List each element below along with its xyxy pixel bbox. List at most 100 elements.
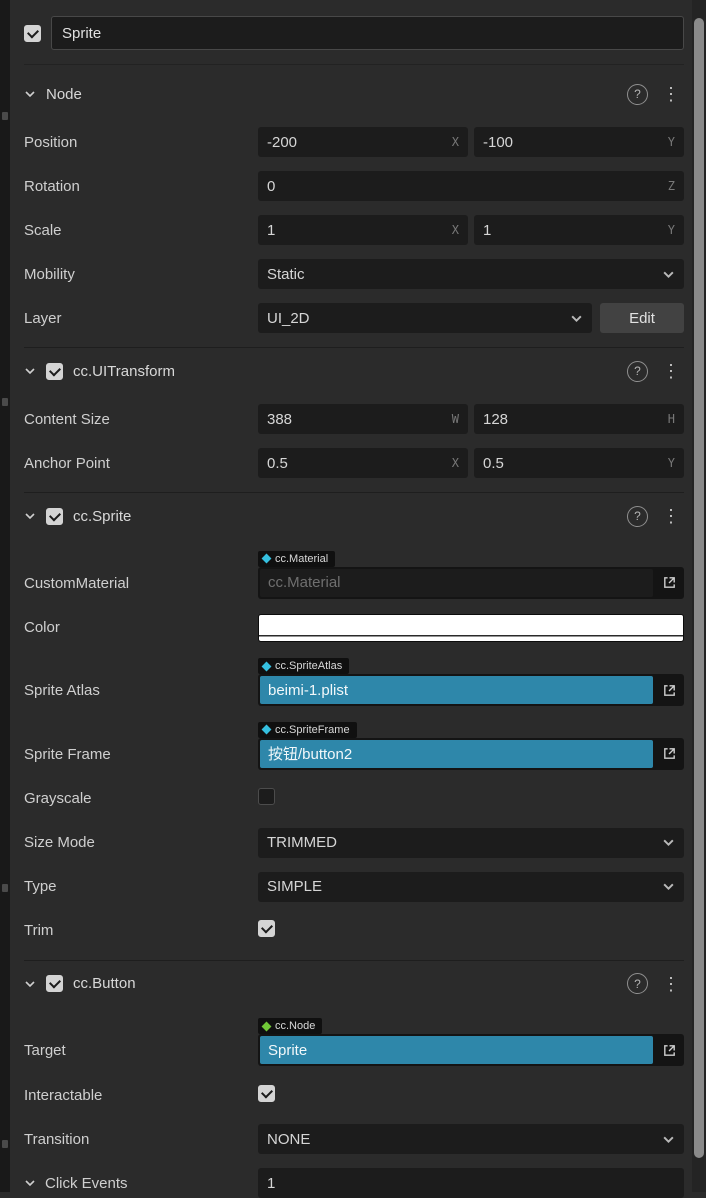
asset-type-tag: cc.SpriteAtlas (258, 658, 349, 674)
target-value[interactable]: Sprite (260, 1036, 653, 1064)
axis-suffix: X (452, 135, 459, 149)
kebab-menu-icon[interactable]: ⋮ (658, 975, 684, 993)
component-enabled-checkbox[interactable] (46, 975, 63, 992)
help-icon[interactable]: ? (627, 973, 648, 994)
mobility-row: Mobility Static (24, 259, 684, 289)
content-size-w-value: 388 (267, 411, 292, 428)
row-label: Grayscale (24, 790, 258, 807)
node-header-row: Sprite (24, 0, 684, 65)
anchor-x-input[interactable]: 0.5 X (258, 448, 468, 478)
row-label: Click Events (45, 1175, 128, 1192)
node-name-input[interactable]: Sprite (51, 16, 684, 50)
scale-x-input[interactable]: 1 X (258, 215, 468, 245)
section-title: cc.UITransform (73, 363, 175, 380)
position-y-input[interactable]: -100 Y (474, 127, 684, 157)
axis-suffix: Y (668, 223, 675, 237)
kebab-menu-icon[interactable]: ⋮ (658, 362, 684, 380)
help-icon[interactable]: ? (627, 506, 648, 527)
row-label: Target (24, 1042, 258, 1059)
sprite-frame-name: 按钮/button2 (268, 743, 352, 764)
asset-picker-icon[interactable] (656, 676, 682, 704)
rotation-z-value: 0 (267, 178, 275, 195)
node-section-body: Position -200 X -100 Y Rotation 0 Z Scal… (24, 117, 684, 333)
content-size-w-input[interactable]: 388 W (258, 404, 468, 434)
anchor-y-value: 0.5 (483, 455, 504, 472)
axis-suffix: H (668, 412, 675, 426)
type-row: Type SIMPLE (24, 872, 684, 902)
color-picker[interactable] (258, 614, 684, 642)
rotation-z-input[interactable]: 0 Z (258, 171, 684, 201)
dock-edge-mark (2, 884, 8, 892)
chevron-down-icon[interactable] (24, 365, 36, 377)
sprite-frame-field[interactable]: 按钮/button2 (258, 738, 684, 770)
row-label: Size Mode (24, 834, 258, 851)
help-icon[interactable]: ? (627, 84, 648, 105)
asset-type-tag: cc.Material (258, 551, 335, 567)
asset-type-label: cc.Node (275, 1020, 315, 1032)
target-field[interactable]: Sprite (258, 1034, 684, 1066)
position-y-value: -100 (483, 134, 513, 151)
trim-checkbox[interactable] (258, 920, 275, 937)
position-row: Position -200 X -100 Y (24, 127, 684, 157)
chevron-down-icon (662, 880, 675, 893)
row-label: Color (24, 619, 258, 636)
section-title: cc.Button (73, 975, 136, 992)
grayscale-checkbox[interactable] (258, 788, 275, 805)
mobility-value: Static (267, 266, 305, 283)
asset-picker-icon[interactable] (656, 740, 682, 768)
sprite-atlas-field[interactable]: beimi-1.plist (258, 674, 684, 706)
size-mode-select[interactable]: TRIMMED (258, 828, 684, 858)
section-header-uitransform: cc.UITransform ? ⋮ (24, 347, 684, 394)
color-row: Color (24, 613, 684, 643)
row-label: Trim (24, 922, 258, 939)
transition-select[interactable]: NONE (258, 1124, 684, 1154)
rotation-row: Rotation 0 Z (24, 171, 684, 201)
asset-type-label: cc.Material (275, 553, 328, 565)
chevron-down-icon[interactable] (24, 88, 36, 100)
content-size-h-input[interactable]: 128 H (474, 404, 684, 434)
help-icon[interactable]: ? (627, 361, 648, 382)
anchor-y-input[interactable]: 0.5 Y (474, 448, 684, 478)
node-active-checkbox[interactable] (24, 25, 41, 42)
custom-material-value[interactable]: cc.Material (260, 569, 653, 597)
sprite-frame-value[interactable]: 按钮/button2 (260, 740, 653, 768)
row-label: Scale (24, 222, 258, 239)
chevron-down-icon[interactable] (24, 510, 36, 522)
asset-picker-icon[interactable] (656, 569, 682, 597)
axis-suffix: X (452, 223, 459, 237)
layer-select[interactable]: UI_2D (258, 303, 592, 333)
layer-row: Layer UI_2D Edit (24, 303, 684, 333)
size-mode-value: TRIMMED (267, 834, 337, 851)
component-enabled-checkbox[interactable] (46, 363, 63, 380)
scrollbar-track[interactable] (692, 0, 706, 1192)
click-events-count-input[interactable]: 1 (258, 1168, 684, 1198)
position-x-input[interactable]: -200 X (258, 127, 468, 157)
dock-edge-mark (2, 1140, 8, 1148)
layer-edit-button[interactable]: Edit (600, 303, 684, 333)
dock-edge-mark (2, 112, 8, 120)
kebab-menu-icon[interactable]: ⋮ (658, 85, 684, 103)
dock-edge (0, 0, 10, 1192)
uitransform-section-body: Content Size 388 W 128 H Anchor Point 0.… (24, 394, 684, 478)
section-title: cc.Sprite (73, 508, 131, 525)
chevron-down-icon[interactable] (24, 978, 36, 990)
transition-row: Transition NONE (24, 1124, 684, 1154)
sprite-atlas-value[interactable]: beimi-1.plist (260, 676, 653, 704)
scale-y-input[interactable]: 1 Y (474, 215, 684, 245)
target-node-name: Sprite (268, 1042, 307, 1059)
type-select[interactable]: SIMPLE (258, 872, 684, 902)
sprite-atlas-name: beimi-1.plist (268, 682, 348, 699)
component-enabled-checkbox[interactable] (46, 508, 63, 525)
chevron-down-icon[interactable] (24, 1177, 36, 1189)
asset-type-tag: cc.Node (258, 1018, 322, 1034)
button-section-body: Target cc.Node Sprite Interactable (24, 1007, 684, 1198)
scrollbar-thumb[interactable] (694, 18, 704, 1158)
custom-material-field[interactable]: cc.Material (258, 567, 684, 599)
kebab-menu-icon[interactable]: ⋮ (658, 507, 684, 525)
position-x-value: -200 (267, 134, 297, 151)
asset-picker-icon[interactable] (656, 1036, 682, 1064)
mobility-select[interactable]: Static (258, 259, 684, 289)
sprite-frame-diamond-icon (262, 725, 272, 735)
interactable-checkbox[interactable] (258, 1085, 275, 1102)
interactable-row: Interactable (24, 1080, 684, 1110)
